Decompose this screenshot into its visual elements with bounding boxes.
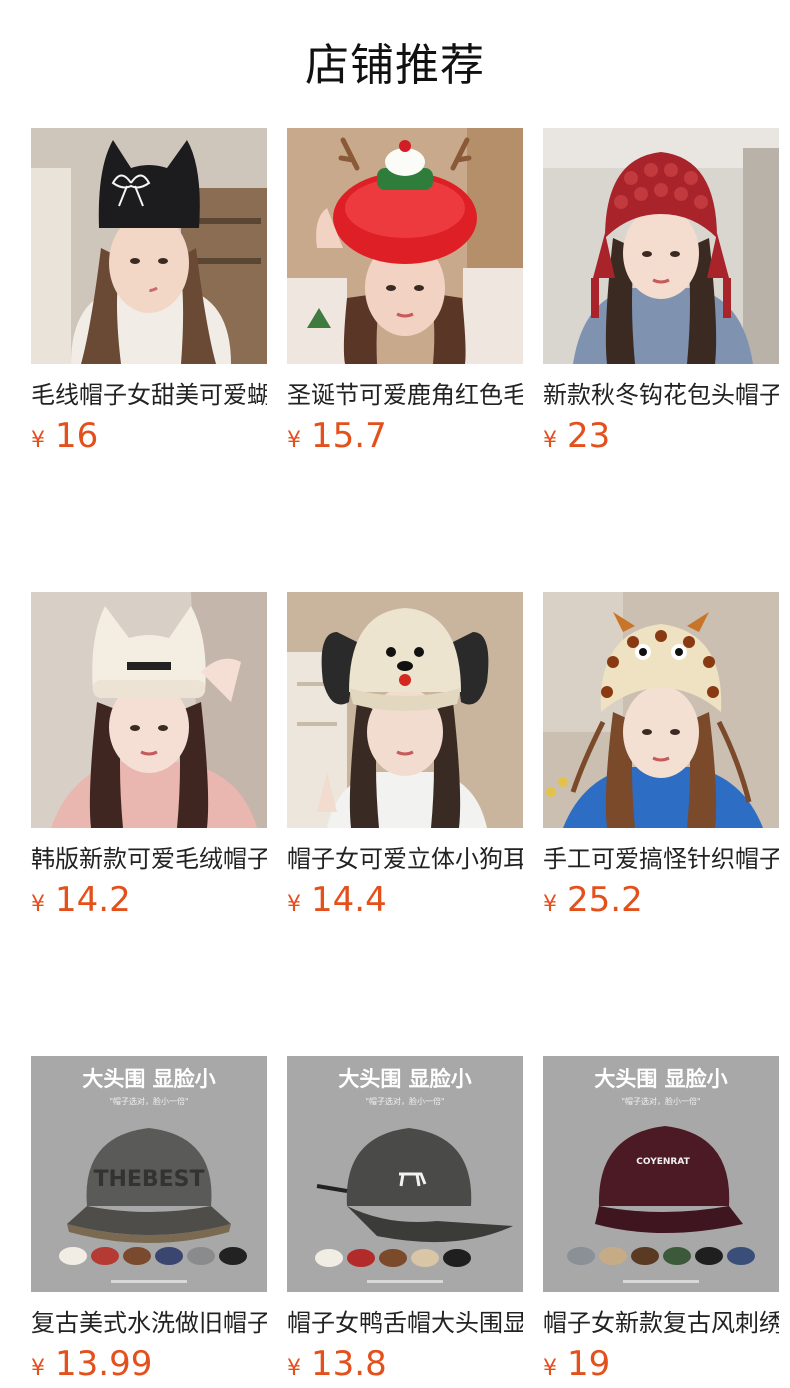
cap-logo-text: THEBEST [93,1167,204,1192]
banner-text: 大头围 显脸小 [338,1067,471,1091]
product-card[interactable]: 大头围 显脸小 "帽子选对，脸小一倍" COYENRAT 帽子女新款复古风刺绣 … [543,1056,779,1388]
product-name[interactable]: 新款秋冬钩花包头帽子女 [543,378,779,412]
price-amount: 14.2 [55,880,131,920]
product-price: ¥ 15.7 [287,416,523,460]
product-name[interactable]: 帽子女鸭舌帽大头围显脸小 [287,1306,523,1340]
product-price: ¥ 16 [31,416,267,460]
product-name[interactable]: 复古美式水洗做旧帽子女 [31,1306,267,1340]
banner-subtext: "帽子选对，脸小一倍" [621,1096,700,1106]
product-card[interactable]: 手工可爱搞怪针织帽子女 ¥ 25.2 [543,592,779,924]
product-name[interactable]: 圣诞节可爱鹿角红色毛绒帽子 [287,378,523,412]
product-card[interactable]: 韩版新款可爱毛绒帽子女猫耳 ¥ 14.2 [31,592,267,924]
product-card[interactable]: 新款秋冬钩花包头帽子女 ¥ 23 [543,128,779,460]
price-amount: 15.7 [311,416,387,456]
product-name[interactable]: 帽子女新款复古风刺绣棒球帽 [543,1306,779,1340]
currency-symbol: ¥ [543,428,557,453]
product-card[interactable]: 大头围 显脸小 "帽子选对，脸小一倍" 帽子女鸭舌帽大头围显 ¥ 13.8 [287,1056,523,1388]
product-name[interactable]: 帽子女可爱立体小狗耳朵棒球帽 [287,842,523,876]
banner-subtext: "帽子选对，脸小一倍" [109,1096,188,1106]
product-image[interactable]: 大头围 显脸小 "帽子选对，脸小一倍" COYENRAT [543,1056,779,1292]
product-card[interactable]: 大头围 显脸小 "帽子选对，脸小一倍" THEBEST 复古美式水洗做旧帽子 ¥… [31,1056,267,1388]
product-image[interactable] [287,592,523,828]
product-price: ¥ 25.2 [543,880,779,924]
currency-symbol: ¥ [543,1356,557,1381]
product-image[interactable] [543,592,779,828]
product-name[interactable]: 手工可爱搞怪针织帽子女 [543,842,779,876]
banner-text: 大头围 显脸小 [594,1067,727,1091]
currency-symbol: ¥ [543,892,557,917]
product-card[interactable]: 圣诞节可爱鹿角红色毛绒帽子 ¥ 15.7 [287,128,523,460]
product-image[interactable] [31,128,267,364]
currency-symbol: ¥ [31,1356,45,1381]
product-image[interactable] [287,128,523,364]
cap-logo-text: COYENRAT [636,1157,690,1167]
price-amount: 16 [55,416,99,456]
product-price: ¥ 13.99 [31,1344,267,1388]
banner-text: 大头围 显脸小 [82,1067,215,1091]
currency-symbol: ¥ [287,892,301,917]
price-amount: 19 [567,1344,611,1384]
currency-symbol: ¥ [287,428,301,453]
price-amount: 23 [567,416,611,456]
product-name[interactable]: 韩版新款可爱毛绒帽子女猫耳 [31,842,267,876]
product-price: ¥ 14.4 [287,880,523,924]
currency-symbol: ¥ [31,892,45,917]
product-card[interactable]: 毛线帽子女甜美可爱蝴蝶结猫耳朵 ¥ 16 [31,128,267,460]
price-amount: 25.2 [567,880,643,920]
page-title: 店铺推荐 [305,40,485,91]
product-image[interactable]: 大头围 显脸小 "帽子选对，脸小一倍" [287,1056,523,1292]
banner-subtext: "帽子选对，脸小一倍" [365,1096,444,1106]
product-name[interactable]: 毛线帽子女甜美可爱蝴蝶结猫耳朵 [31,378,267,412]
store-recommendations-page: 店铺推荐 毛线帽子女甜美可爱蝴 ¥ 16 圣诞节可爱鹿角红色毛 ¥ 15.7 新… [0,0,790,1384]
product-price: ¥ 19 [543,1344,779,1388]
product-image[interactable]: 大头围 显脸小 "帽子选对，脸小一倍" THEBEST [31,1056,267,1292]
product-price: ¥ 23 [543,416,779,460]
currency-symbol: ¥ [31,428,45,453]
product-price: ¥ 14.2 [31,880,267,924]
currency-symbol: ¥ [287,1356,301,1381]
price-amount: 13.8 [311,1344,387,1384]
product-card[interactable]: 帽子女可爱立体小狗耳朵棒球帽 ¥ 14.4 [287,592,523,924]
price-amount: 13.99 [55,1344,153,1384]
product-image[interactable] [543,128,779,364]
price-amount: 14.4 [311,880,387,920]
product-price: ¥ 13.8 [287,1344,523,1388]
product-grid: 毛线帽子女甜美可爱蝴蝶结猫耳朵 ¥ 16 [31,128,779,1388]
product-image[interactable] [31,592,267,828]
